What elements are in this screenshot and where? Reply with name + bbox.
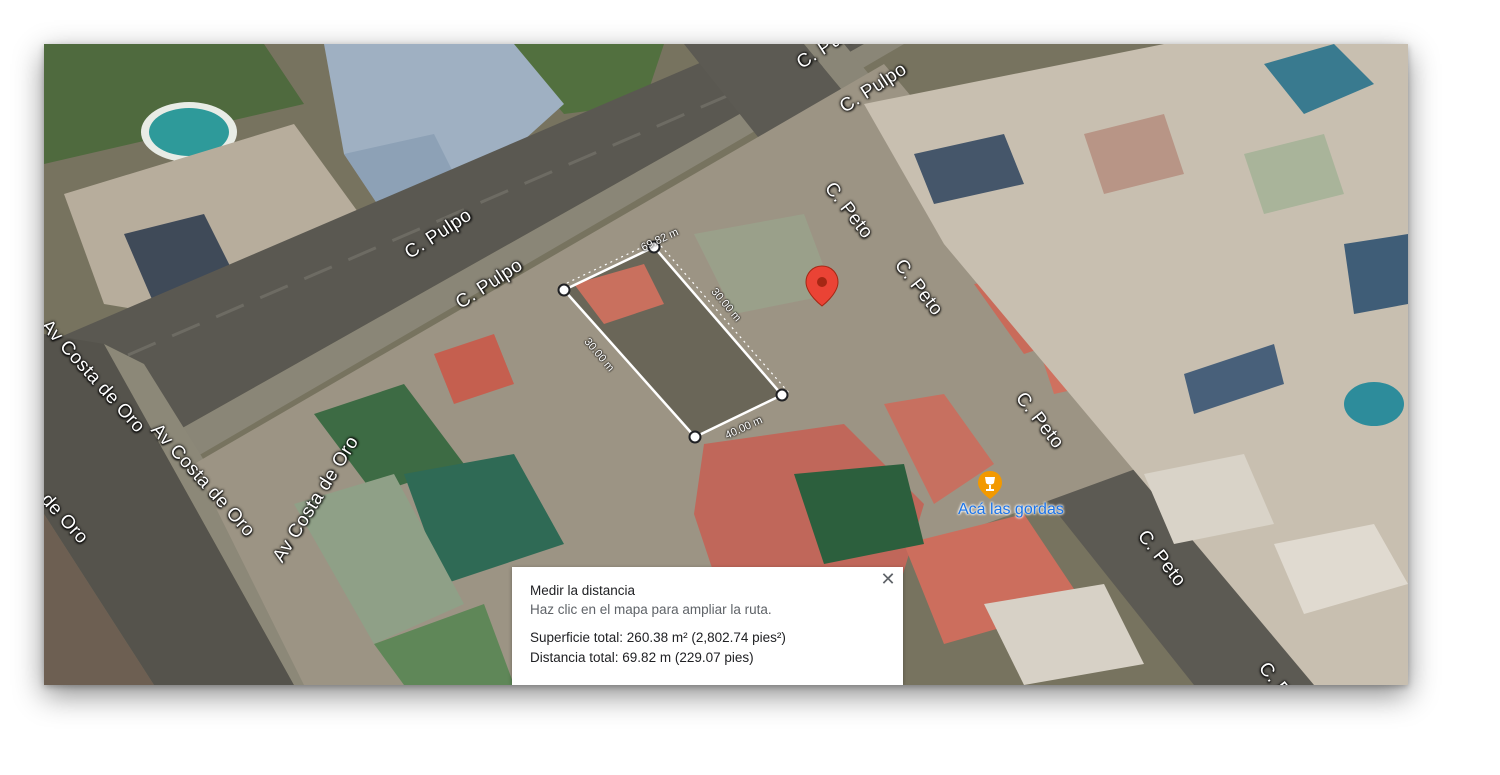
measure-point	[688, 430, 702, 444]
measure-point	[557, 283, 571, 297]
info-title: Medir la distancia	[530, 583, 636, 598]
map-frame: C. Pulpo C. Pulpo C. Pulpo C. Pulpo C. P…	[44, 44, 1408, 685]
close-icon[interactable]: ✕	[879, 570, 897, 588]
total-distance: Distancia total: 69.82 m (229.07 pies)	[530, 650, 754, 665]
measure-point	[775, 388, 789, 402]
info-subtitle: Haz clic en el mapa para ampliar la ruta…	[530, 602, 772, 617]
poi-label[interactable]: Acá las gordas	[958, 501, 1064, 519]
measure-info-box: ✕ Medir la distancia Haz clic en el mapa…	[512, 567, 903, 685]
total-area: Superficie total: 260.38 m² (2,802.74 pi…	[530, 630, 786, 645]
